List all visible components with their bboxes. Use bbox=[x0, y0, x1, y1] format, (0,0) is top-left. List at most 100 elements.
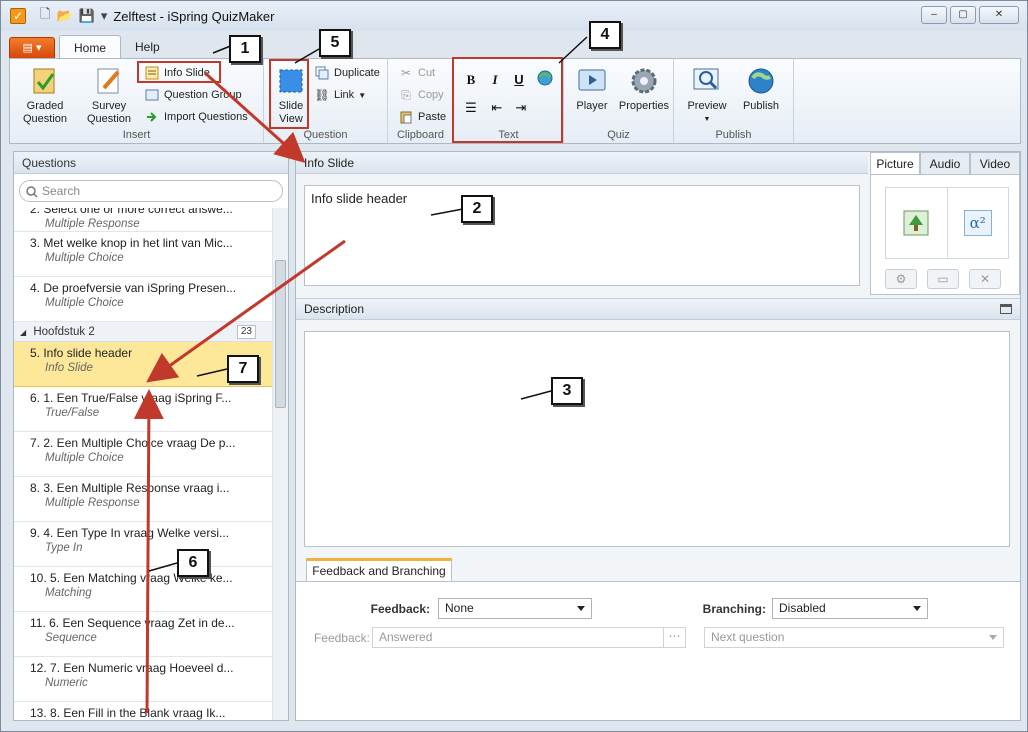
media-folder-icon[interactable]: ▭ bbox=[927, 269, 959, 289]
branching-dropdown[interactable]: Disabled bbox=[772, 598, 928, 619]
annotation-callout-6: 6 bbox=[177, 549, 209, 577]
media-settings-gear-icon[interactable]: ⚙ bbox=[885, 269, 917, 289]
quick-access-toolbar: 🗋 📂 💾 ▾ bbox=[40, 5, 107, 27]
duplicate-label: Duplicate bbox=[334, 67, 380, 79]
question-group-label: Question Group bbox=[164, 89, 242, 101]
annotation-callout-2: 2 bbox=[461, 195, 493, 223]
new-file-icon[interactable]: 🗋 bbox=[40, 5, 50, 27]
import-questions-button[interactable]: Import Questions bbox=[144, 107, 248, 127]
list-item[interactable]: 11. 6. Een Sequence vraag Zet in de... S… bbox=[14, 612, 272, 657]
graded-question-icon bbox=[29, 65, 61, 97]
app-window: ✓ 🗋 📂 💾 ▾ Zelftest - iSpring QuizMaker –… bbox=[0, 0, 1028, 732]
maximize-icon[interactable] bbox=[1000, 304, 1012, 314]
feedback-dropdown[interactable]: None bbox=[438, 598, 592, 619]
annotation-callout-5: 5 bbox=[319, 29, 351, 57]
branching-label: Branching: bbox=[702, 602, 766, 616]
globe-icon bbox=[745, 65, 777, 97]
quiz-group: Player Properties Quiz bbox=[564, 59, 674, 143]
list-item[interactable]: 7. 2. Een Multiple Choice vraag De p... … bbox=[14, 432, 272, 477]
list-item[interactable]: 13. 8. Een Fill in the Blank vraag Ik... bbox=[14, 702, 272, 720]
tab-feedback-branching[interactable]: Feedback and Branching bbox=[306, 558, 452, 582]
link-label: Link bbox=[334, 89, 355, 101]
insert-formula-button[interactable]: α² bbox=[946, 188, 1009, 258]
list-item-title: 6. 1. Een True/False vraag iSpring F... bbox=[30, 391, 232, 405]
paste-button[interactable]: Paste bbox=[398, 107, 446, 127]
open-folder-icon[interactable]: 📂 bbox=[56, 8, 72, 24]
insert-picture-button[interactable] bbox=[886, 188, 947, 258]
publish-button[interactable]: Publish bbox=[736, 65, 786, 113]
survey-question-button[interactable]: Survey Question bbox=[78, 65, 140, 126]
tab-picture[interactable]: Picture bbox=[870, 152, 920, 176]
chapter-name: Hoofdstuk 2 bbox=[33, 326, 95, 338]
list-item[interactable]: 2. Select one or more correct answe... M… bbox=[14, 208, 272, 232]
tab-home[interactable]: Home bbox=[59, 35, 122, 59]
info-slide-header: Info Slide bbox=[296, 152, 868, 174]
customize-qat-icon[interactable]: ▾ bbox=[101, 8, 108, 24]
list-item-type: Multiple Choice bbox=[45, 252, 124, 264]
ellipsis-icon[interactable]: ⋯ bbox=[663, 628, 685, 647]
properties-button[interactable]: Properties bbox=[616, 65, 672, 113]
chevron-down-icon: ▼ bbox=[703, 116, 711, 123]
list-item-type: Multiple Response bbox=[45, 218, 140, 230]
list-item[interactable]: 12. 7. Een Numeric vraag Hoeveel d... Nu… bbox=[14, 657, 272, 702]
collapse-triangle-icon[interactable]: ◢ bbox=[20, 328, 26, 337]
tab-audio[interactable]: Audio bbox=[920, 152, 970, 176]
chapter-count-badge: 23 bbox=[236, 325, 256, 339]
list-item[interactable]: 6. 1. Een True/False vraag iSpring F... … bbox=[14, 387, 272, 432]
list-item[interactable]: 8. 3. Een Multiple Response vraag i... M… bbox=[14, 477, 272, 522]
player-button[interactable]: Player bbox=[572, 65, 612, 113]
minimize-button[interactable]: – bbox=[921, 6, 947, 24]
list-item[interactable]: 10. 5. Een Matching vraag Welke ke... Ma… bbox=[14, 567, 272, 612]
list-item-title: 4. De proefversie van iSpring Presen... bbox=[30, 281, 237, 295]
question-group-button[interactable]: Question Group bbox=[144, 85, 242, 105]
next-question-dropdown[interactable]: Next question bbox=[704, 627, 1004, 648]
feedback-answered-field[interactable]: Answered ⋯ bbox=[372, 627, 686, 648]
editor-area: Info Slide Info slide header Picture Aud… bbox=[295, 151, 1021, 721]
questions-panel-title: Questions bbox=[14, 152, 288, 174]
list-item-title: 10. 5. Een Matching vraag Welke ke... bbox=[30, 571, 233, 585]
list-item-title: 9. 4. Een Type In vraag Welke versi... bbox=[30, 526, 229, 540]
app-logo-icon[interactable]: ✓ bbox=[10, 8, 26, 24]
search-input[interactable]: Search bbox=[19, 180, 283, 202]
copy-label: Copy bbox=[418, 89, 444, 101]
media-actions: ⚙ ▭ ✕ bbox=[885, 269, 1001, 289]
feedback-answered-label: Feedback: bbox=[313, 631, 370, 645]
window-title: Zelftest - iSpring QuizMaker bbox=[113, 8, 275, 24]
list-item-type: Matching bbox=[45, 587, 92, 599]
list-item[interactable]: 4. De proefversie van iSpring Presen... … bbox=[14, 277, 272, 322]
annotation-callout-4: 4 bbox=[589, 21, 621, 49]
link-icon: ⛓ bbox=[314, 88, 330, 102]
link-button[interactable]: ⛓ Link ▼ bbox=[314, 85, 366, 105]
chapter-header[interactable]: ◢ Hoofdstuk 2 23 bbox=[14, 322, 272, 342]
survey-question-label: Survey Question bbox=[86, 100, 132, 125]
clipboard-group-label: Clipboard bbox=[396, 129, 445, 141]
info-slide-title-text: Info slide header bbox=[311, 191, 408, 206]
copy-button[interactable]: ⎘ Copy bbox=[398, 85, 444, 105]
save-icon[interactable]: 💾 bbox=[79, 8, 95, 24]
close-button[interactable]: ✕ bbox=[979, 6, 1019, 24]
graded-question-button[interactable]: Graded Question bbox=[14, 65, 76, 126]
duplicate-button[interactable]: Duplicate bbox=[314, 63, 380, 83]
annotation-highlight-info-slide bbox=[137, 61, 221, 83]
insert-group-label: Insert bbox=[122, 129, 151, 141]
question-group-icon bbox=[144, 87, 160, 103]
file-menu-button[interactable]: ▤ ▾ bbox=[9, 37, 55, 59]
question-list-scrollbar[interactable] bbox=[272, 208, 288, 720]
list-item[interactable]: 9. 4. Een Type In vraag Welke versi... T… bbox=[14, 522, 272, 567]
description-editor[interactable] bbox=[304, 331, 1010, 547]
media-delete-icon[interactable]: ✕ bbox=[969, 269, 1001, 289]
preview-button[interactable]: Preview ▼ bbox=[682, 65, 732, 126]
maximize-button[interactable]: ▢ bbox=[950, 6, 976, 24]
cut-label: Cut bbox=[418, 67, 436, 79]
scrollbar-thumb[interactable] bbox=[275, 260, 286, 408]
next-question-value: Next question bbox=[711, 630, 785, 644]
list-item[interactable]: 3. Met welke knop in het lint van Mic...… bbox=[14, 232, 272, 277]
info-slide-title-input[interactable]: Info slide header bbox=[304, 185, 860, 286]
tab-video[interactable]: Video bbox=[970, 152, 1020, 176]
tab-help[interactable]: Help bbox=[121, 35, 174, 59]
question-group-label: Question bbox=[303, 129, 348, 141]
cut-button[interactable]: ✂ Cut bbox=[398, 63, 435, 83]
list-item-type: True/False bbox=[45, 407, 100, 419]
copy-icon: ⎘ bbox=[401, 87, 411, 102]
import-questions-label: Import Questions bbox=[164, 111, 248, 123]
